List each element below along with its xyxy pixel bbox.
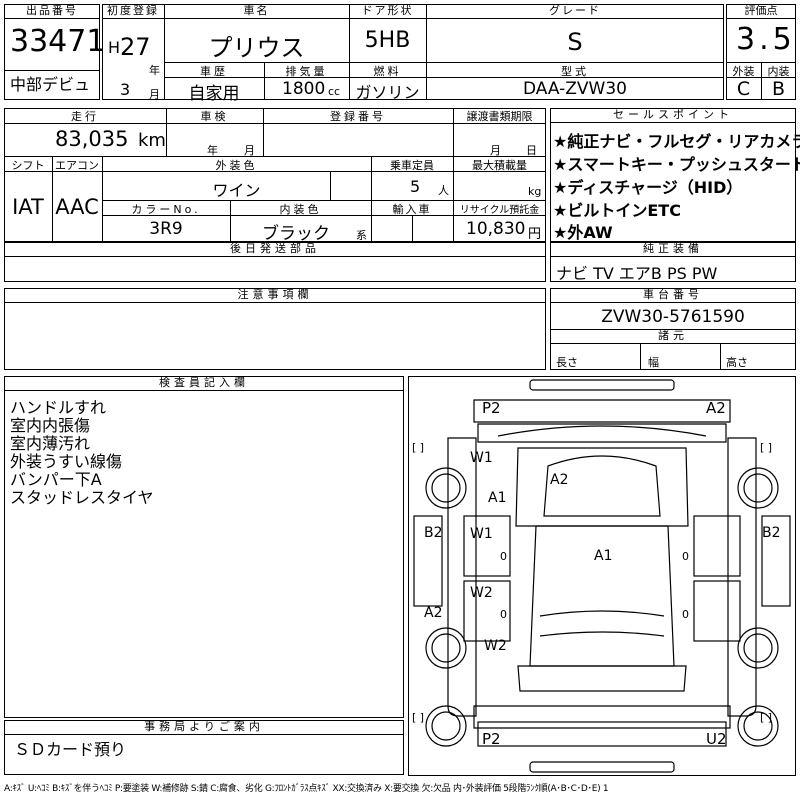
year-unit: 年 xyxy=(149,64,160,77)
sales-point-3: ★ディスチャージ（HID） xyxy=(553,178,743,197)
load-label: 最大積載量 xyxy=(472,159,527,172)
month-unit: 月 xyxy=(149,88,160,101)
chassis-label: 車台番号 xyxy=(550,288,796,303)
car-outline-diagram xyxy=(413,379,791,773)
interior-color: ブラック xyxy=(262,224,330,244)
door-label: ドア形状 xyxy=(349,4,426,19)
mark-p2-rear: P2 xyxy=(482,730,501,748)
office-label: 事務局よりご案内 xyxy=(4,720,404,735)
grade: S xyxy=(567,28,583,56)
recycle-unit: 円 xyxy=(528,227,542,242)
mark-w1-door: W1 xyxy=(470,526,493,542)
mark-a1-center: A1 xyxy=(594,548,613,564)
notes-label: 注意事項欄 xyxy=(4,288,546,303)
mark-b2-right: B2 xyxy=(762,525,781,541)
mark-zero-4: 0 xyxy=(682,608,689,621)
sales-point-4: ★ビルトインETC xyxy=(553,201,681,220)
ac: AAC xyxy=(55,195,99,219)
door-type: 5HB xyxy=(364,28,411,53)
shift: IAT xyxy=(12,195,44,219)
mark-a2-left-low: A2 xyxy=(424,605,443,621)
int-color-label: 内装色 xyxy=(279,203,322,216)
height-label: 高さ xyxy=(726,356,748,369)
equipment-list: ナビ TV エアB PS PW xyxy=(556,264,718,283)
first-reg-label: 初度登録 xyxy=(102,4,164,19)
mark-u2-rear: U2 xyxy=(706,730,727,748)
mark-zero-3: 0 xyxy=(500,608,507,621)
office-text: ＳＤカード預り xyxy=(14,740,127,759)
inspector-note-6: スタッドレスタイヤ xyxy=(10,488,154,507)
exterior-label: 外装 xyxy=(732,65,755,78)
history: 自家用 xyxy=(188,84,240,104)
era: H xyxy=(108,38,121,57)
interior-label: 内装 xyxy=(767,65,790,78)
sales-point-5: ★外AW xyxy=(553,223,613,242)
mark-zero-1: 0 xyxy=(500,550,507,563)
reg-year: 27 xyxy=(120,33,151,61)
load-unit: kg xyxy=(528,185,542,198)
displacement-unit: cc xyxy=(328,85,341,98)
dims-label: 諸元 xyxy=(550,329,796,344)
displacement-label: 排気量 xyxy=(285,65,328,78)
interior-grade: B xyxy=(771,78,786,100)
model: DAA-ZVW30 xyxy=(522,79,627,99)
mark-a2-front: A2 xyxy=(706,399,726,417)
bracket-left-front: [ ] xyxy=(412,441,425,454)
width-label: 幅 xyxy=(648,356,659,369)
mark-a1-left: A1 xyxy=(488,490,507,506)
damage-legend: A:ｷｽﾞ U:ﾍｺﾐ B:ｷｽﾞを伴うﾍｺﾐ P:要塗装 W:補修跡 S:錆 … xyxy=(4,784,609,794)
later-parts-label: 後日発送部品 xyxy=(4,242,546,257)
fuel: ガソリン xyxy=(355,83,420,102)
mark-w2-door: W2 xyxy=(470,585,493,601)
fuel-label: 燃料 xyxy=(373,65,402,78)
chassis-number: ZVW30-5761590 xyxy=(601,307,745,327)
capacity-unit: 人 xyxy=(438,184,449,197)
history-label: 車歴 xyxy=(200,65,228,78)
mark-zero-2: 0 xyxy=(682,550,689,563)
mark-w2-left: W2 xyxy=(484,638,507,654)
recycle-fee: 10,830 xyxy=(466,219,526,239)
int-color-unit: 系 xyxy=(356,229,367,242)
bracket-right-front: [ ] xyxy=(760,441,773,454)
lot-label: 出品番号 xyxy=(4,4,100,19)
debut-label: 中部デビュ xyxy=(10,75,91,94)
car-name-label: 車名 xyxy=(164,4,349,19)
sales-point-2: ★スマートキー・プッシュスタート xyxy=(553,155,800,174)
bracket-left-rear: [ ] xyxy=(412,711,425,724)
mark-b2-left: B2 xyxy=(424,525,443,541)
transfer-label: 譲渡書類期限 xyxy=(466,110,533,123)
color-no-label: カラーNo. xyxy=(131,203,201,216)
car-name: プリウス xyxy=(208,34,305,62)
bracket-right-rear: [ ] xyxy=(760,711,773,724)
lot-number: 33471 xyxy=(10,24,106,59)
mileage-label: 走行 xyxy=(71,110,99,123)
equipment-label: 純正装備 xyxy=(550,242,796,257)
reg-month: 3 xyxy=(120,80,131,99)
grade-label: グレード xyxy=(426,4,724,19)
color-no: 3R9 xyxy=(149,219,183,239)
model-label: 型式 xyxy=(561,65,589,78)
recycle-label: リサイクル預託金 xyxy=(459,205,540,216)
ac-label: エアコン xyxy=(55,159,99,172)
score-label: 評価点 xyxy=(726,4,796,19)
capacity-label: 乗車定員 xyxy=(390,159,434,172)
reg-no-label: 登録番号 xyxy=(330,110,386,123)
mark-p2-front: P2 xyxy=(482,399,501,417)
mark-a2-hood: A2 xyxy=(550,472,569,488)
inspector-label: 検査員記入欄 xyxy=(4,376,404,391)
mileage: 83,035 xyxy=(55,127,129,151)
mileage-unit: km xyxy=(138,130,166,151)
length-label: 長さ xyxy=(556,356,578,369)
displacement: 1800 xyxy=(282,79,326,99)
capacity: 5 xyxy=(410,177,421,196)
sales-points-label: セールスポイント xyxy=(550,108,796,123)
sales-point-1: ★純正ナビ・フルセグ・リアカメラ xyxy=(553,132,800,151)
shift-label: シフト xyxy=(11,159,45,172)
import-label: 輸入車 xyxy=(392,203,432,216)
score: 3.5 xyxy=(736,22,796,57)
inspection-label: 車検 xyxy=(200,110,229,123)
mark-w1-left: W1 xyxy=(470,450,493,466)
exterior-grade: C xyxy=(736,78,751,100)
